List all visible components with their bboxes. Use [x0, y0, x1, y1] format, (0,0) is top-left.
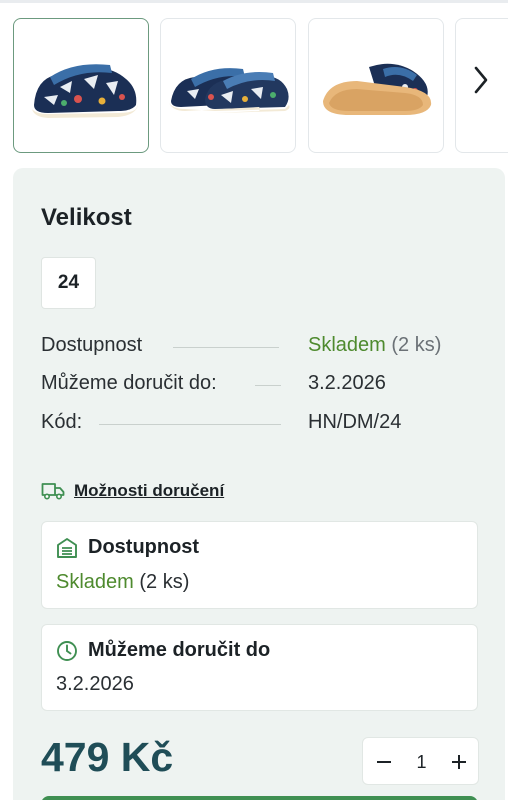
availability-card-title-text: Dostupnost [88, 536, 200, 558]
product-info-panel: Velikost 24 Dostupnost Skladem (2 ks) Mů… [13, 168, 505, 800]
availability-value: Skladem (2 ks) [308, 334, 441, 357]
availability-count: (2 ks) [391, 334, 442, 356]
availability-card-count: (2 ks) [139, 571, 190, 593]
code-value: HN/DM/24 [308, 411, 402, 433]
dotted-leader [99, 424, 281, 425]
thumbnail-shoe-sole[interactable] [308, 18, 444, 153]
decrease-quantity-button[interactable] [365, 738, 403, 786]
warehouse-icon [57, 537, 77, 558]
product-gallery [13, 18, 508, 154]
thumbnail-shoe-pair[interactable] [160, 18, 296, 153]
add-to-cart-button[interactable] [41, 796, 478, 800]
size-option-selected[interactable]: 24 [41, 257, 96, 309]
increase-quantity-button[interactable] [440, 738, 478, 786]
quantity-value[interactable]: 1 [403, 738, 440, 786]
availability-card: Dostupnost Skladem (2 ks) [41, 521, 478, 609]
gallery-next-button[interactable] [466, 60, 496, 100]
code-label: Kód: [41, 411, 83, 433]
delivery-card-title: Můžeme doručit do [56, 639, 270, 662]
minus-icon [377, 761, 391, 763]
delivery-card-title-text: Můžeme doručit do [88, 639, 271, 661]
clock-icon [57, 640, 77, 661]
availability-row: Dostupnost Skladem (2 ks) [41, 334, 481, 360]
truck-icon [41, 483, 65, 500]
thumbnail-shoe-side[interactable] [13, 18, 149, 153]
availability-card-body: Skladem (2 ks) [56, 571, 189, 594]
delivery-date-value: 3.2.2026 [308, 372, 386, 394]
dotted-leader [173, 347, 279, 348]
delivery-card-date: 3.2.2026 [56, 673, 134, 695]
product-price: 479 Kč [41, 734, 174, 780]
dotted-leader [255, 385, 281, 386]
delivery-card: Můžeme doručit do 3.2.2026 [41, 624, 478, 711]
shoe-image [32, 64, 138, 118]
shoe-pair-image [169, 68, 290, 113]
plus-icon [452, 755, 466, 769]
delivery-date-row: Můžeme doručit do: 3.2.2026 [41, 372, 481, 398]
availability-label: Dostupnost [41, 334, 143, 356]
delivery-options-label: Možnosti doručení [74, 481, 225, 500]
availability-status: Skladem [308, 334, 386, 356]
code-row: Kód: HN/DM/24 [41, 411, 481, 437]
quantity-stepper: 1 [362, 737, 479, 785]
delivery-options-link[interactable]: Možnosti doručení [41, 478, 224, 504]
size-heading: Velikost [41, 204, 132, 231]
chevron-right-icon [474, 66, 488, 94]
availability-card-title: Dostupnost [56, 536, 199, 559]
availability-card-status: Skladem [56, 571, 134, 593]
shoe-sole-image [323, 63, 432, 115]
delivery-date-label: Můžeme doručit do: [41, 372, 217, 394]
top-divider [0, 0, 508, 3]
